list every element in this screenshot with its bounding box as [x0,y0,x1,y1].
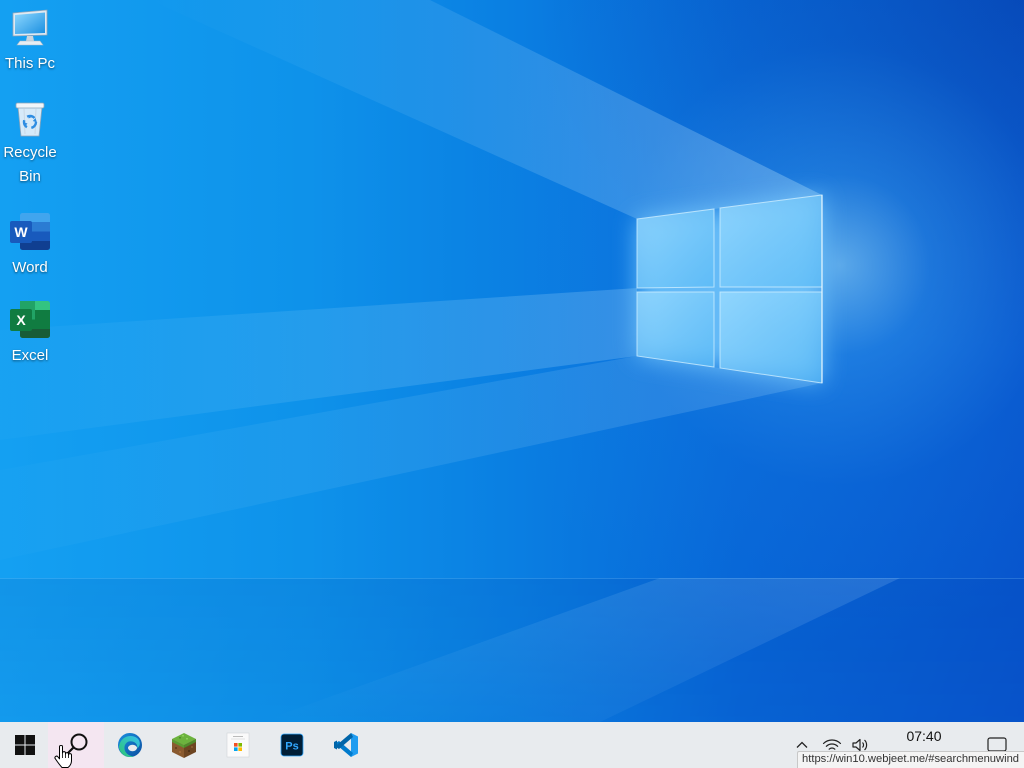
taskbar-app-microsoft-store[interactable] [211,722,265,768]
desktop-icon-label: Word [12,259,48,276]
desktop-icon-label: Excel [11,347,49,364]
microsoft-store-icon [226,732,250,758]
word-logo-letter: W [14,224,28,240]
desktop-icon-recycle-bin[interactable]: Recycle Bin [0,95,60,189]
search-icon [65,733,88,756]
taskbar-app-minecraft[interactable] [157,722,211,768]
vscode-icon [334,733,358,757]
desktop-icon-word[interactable]: W Word [0,210,60,280]
logo-pane [719,194,823,288]
search-button[interactable] [48,722,104,768]
photoshop-logo-letters: Ps [285,741,298,753]
floor-reflection [260,578,900,722]
wallpaper-art [0,0,900,722]
logo-pane [636,208,715,289]
start-button[interactable] [0,722,50,768]
this-pc-icon [12,9,48,46]
taskbar-app-photoshop[interactable]: Ps [265,722,319,768]
minecraft-icon [172,733,196,758]
windows-logo-icon [15,735,35,755]
excel-logo-letter: X [16,312,26,328]
taskbar-app-vscode[interactable] [319,722,373,768]
edge-icon [118,733,142,758]
word-icon: W [10,213,50,250]
logo-pane [719,291,823,384]
desktop-background[interactable]: This Pc Recycle Bin W Word X Excel [0,0,1024,722]
desktop-icon-label: This Pc [4,55,55,72]
light-beam [150,0,822,219]
logo-pane [636,291,715,368]
desktop-icon-this-pc[interactable]: This Pc [0,6,60,76]
desktop-icon-label: Recycle Bin [3,144,57,185]
taskbar-app-edge[interactable] [103,722,157,768]
desktop-icon-excel[interactable]: X Excel [0,298,60,368]
recycle-bin-icon [15,102,45,137]
photoshop-icon: Ps [280,733,304,757]
clock-time: 07:40 [906,728,942,744]
excel-icon: X [10,301,50,338]
browser-link-status: https://win10.webjeet.me/#searchmenuwind [797,751,1024,768]
